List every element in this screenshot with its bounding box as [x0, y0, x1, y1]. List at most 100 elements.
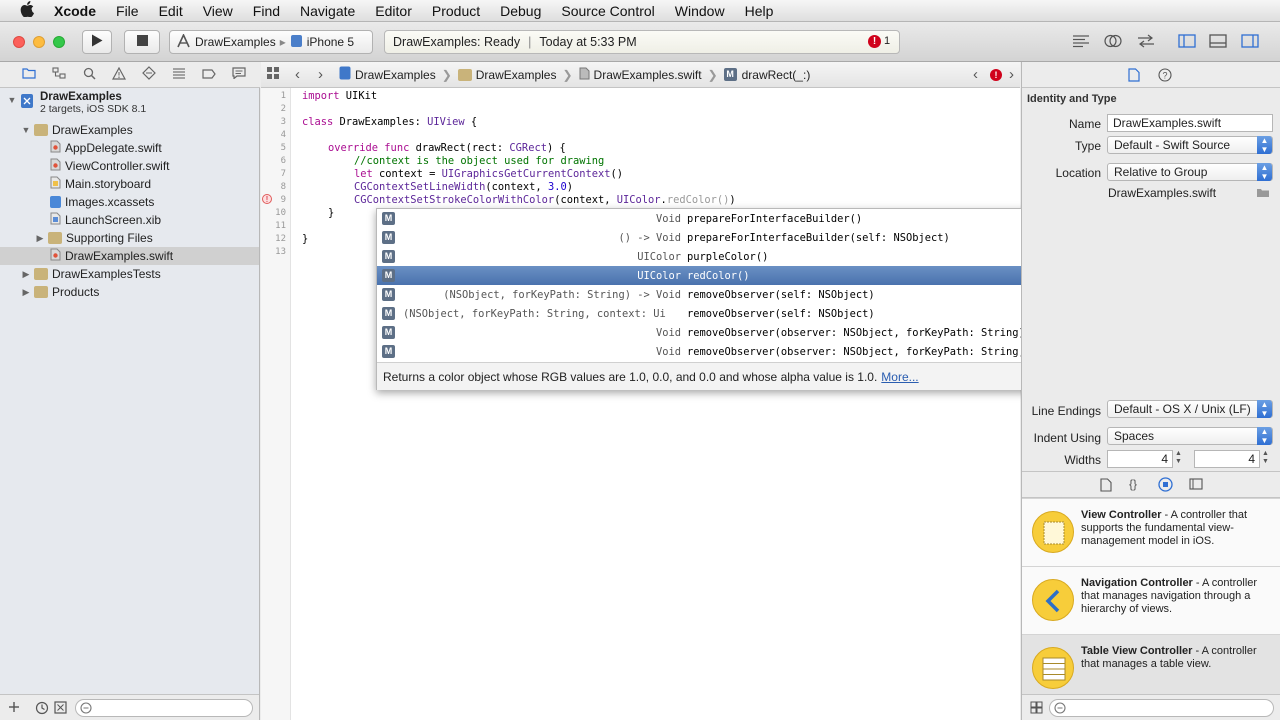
- folder-navigator-icon[interactable]: [14, 67, 44, 82]
- menu-product[interactable]: Product: [432, 3, 480, 19]
- indent-popup[interactable]: Spaces ▲ ▼: [1107, 427, 1273, 445]
- disclosure-closed-icon[interactable]: ▶: [20, 269, 32, 280]
- media-library-icon[interactable]: [1189, 478, 1203, 493]
- code-line[interactable]: override func drawRect(rect: CGRect) {: [302, 142, 566, 154]
- apple-icon[interactable]: [20, 0, 54, 21]
- code-line[interactable]: //context is the object used for drawing: [302, 155, 604, 167]
- tree-item-viewcontroller[interactable]: ViewController.swift: [0, 157, 259, 175]
- source-control-filter-icon[interactable]: [54, 701, 67, 717]
- code-line[interactable]: import UIKit: [302, 90, 377, 102]
- scheme-selector[interactable]: DrawExamples ▸ iPhone 5: [169, 30, 373, 54]
- forward-button[interactable]: ›: [318, 66, 323, 83]
- jumpbar-crumb-project[interactable]: DrawExamples: [355, 68, 436, 82]
- menu-view[interactable]: View: [203, 3, 233, 19]
- breakpoint-navigator-icon[interactable]: [194, 67, 224, 82]
- object-library-icon[interactable]: [1158, 477, 1173, 495]
- tree-item-launchscreen-xib[interactable]: LaunchScreen.xib: [0, 211, 259, 229]
- assistant-editor-button[interactable]: [1098, 30, 1128, 54]
- code-line[interactable]: class DrawExamples: UIView {: [302, 116, 477, 128]
- disclosure-open-icon[interactable]: ▼: [20, 125, 32, 135]
- tree-item-appdelegate[interactable]: AppDelegate.swift: [0, 139, 259, 157]
- play-icon: [91, 34, 103, 50]
- standard-editor-button[interactable]: [1066, 30, 1096, 54]
- library-item-view-controller[interactable]: View Controller - A controller that supp…: [1022, 498, 1280, 566]
- stepper-icon[interactable]: ▲ ▼: [1175, 450, 1182, 466]
- tree-item-drawexamples-group[interactable]: ▼ DrawExamples: [0, 121, 259, 139]
- code-snippet-icon[interactable]: {}: [1129, 477, 1137, 491]
- name-field[interactable]: DrawExamples.swift: [1107, 114, 1273, 132]
- code-line[interactable]: CGContextSetStrokeColorWithColor(context…: [302, 194, 736, 206]
- project-subtitle: 2 targets, iOS SDK 8.1: [40, 103, 147, 115]
- library-item-navigation-controller[interactable]: Navigation Controller - A controller tha…: [1022, 566, 1280, 634]
- activity-viewer: DrawExamples: Ready | Today at 5:33 PM !…: [384, 30, 900, 54]
- project-root[interactable]: ▼ DrawExamples 2 targets, iOS SDK 8.1: [0, 91, 259, 121]
- symbol-navigator-icon[interactable]: [44, 67, 74, 82]
- menu-source-control[interactable]: Source Control: [561, 3, 654, 19]
- indent-width-field[interactable]: 4: [1194, 450, 1260, 468]
- disclosure-open-icon[interactable]: ▼: [6, 95, 18, 105]
- tree-item-drawexamplestests[interactable]: ▶ DrawExamplesTests: [0, 265, 259, 283]
- jumpbar-crumb-group[interactable]: DrawExamples: [476, 68, 557, 82]
- menu-xcode[interactable]: Xcode: [54, 3, 96, 19]
- quick-help-icon[interactable]: ?: [1158, 68, 1172, 85]
- jumpbar-crumb-symbol[interactable]: drawRect(_:): [742, 68, 811, 82]
- warning-icon[interactable]: [104, 66, 134, 83]
- tab-width-field[interactable]: 4: [1107, 450, 1173, 468]
- error-icon[interactable]: !: [990, 69, 1002, 81]
- folder-icon[interactable]: [1256, 187, 1270, 201]
- stepper-icon[interactable]: ▲ ▼: [1262, 450, 1269, 466]
- code-line[interactable]: }: [302, 233, 308, 245]
- library-item-table-view-controller[interactable]: Table View Controller - A controller tha…: [1022, 634, 1280, 702]
- tree-item-images-xcassets[interactable]: Images.xcassets: [0, 193, 259, 211]
- file-inspector-icon[interactable]: [1128, 68, 1140, 85]
- zoom-window-button[interactable]: [53, 36, 65, 48]
- search-icon[interactable]: [74, 67, 104, 83]
- menu-file[interactable]: File: [116, 3, 139, 19]
- error-icon[interactable]: !: [868, 35, 881, 48]
- run-button[interactable]: [82, 30, 112, 54]
- stop-button[interactable]: [124, 30, 160, 54]
- minimize-window-button[interactable]: [33, 36, 45, 48]
- code-line[interactable]: CGContextSetLineWidth(context, 3.0): [302, 181, 573, 193]
- next-issue-button[interactable]: ›: [1009, 66, 1014, 83]
- jumpbar-crumb-file[interactable]: DrawExamples.swift: [594, 68, 702, 82]
- error-marker-icon[interactable]: !: [262, 194, 272, 204]
- add-icon[interactable]: [8, 701, 20, 716]
- line-endings-popup[interactable]: Default - OS X / Unix (LF) ▲ ▼: [1107, 400, 1273, 418]
- tree-item-main-storyboard[interactable]: Main.storyboard: [0, 175, 259, 193]
- type-popup[interactable]: Default - Swift Source ▲ ▼: [1107, 136, 1273, 154]
- menu-edit[interactable]: Edit: [159, 3, 183, 19]
- tree-item-supporting-files[interactable]: ▶ Supporting Files: [0, 229, 259, 247]
- related-items-icon[interactable]: [267, 67, 281, 82]
- recent-files-icon[interactable]: [35, 701, 49, 718]
- menu-window[interactable]: Window: [675, 3, 725, 19]
- code-line[interactable]: }: [302, 207, 334, 219]
- menu-help[interactable]: Help: [745, 3, 774, 19]
- menu-navigate[interactable]: Navigate: [300, 3, 355, 19]
- library-filter-field[interactable]: [1049, 699, 1274, 717]
- close-window-button[interactable]: [13, 36, 25, 48]
- back-button[interactable]: ‹: [295, 66, 300, 83]
- toggle-navigator-button[interactable]: [1174, 30, 1200, 54]
- tree-item-drawexamples-swift[interactable]: DrawExamples.swift: [0, 247, 259, 265]
- toggle-utilities-button[interactable]: [1237, 30, 1263, 54]
- report-navigator-icon[interactable]: [224, 67, 254, 82]
- tree-item-products[interactable]: ▶ Products: [0, 283, 259, 301]
- location-popup[interactable]: Relative to Group ▲ ▼: [1107, 163, 1273, 181]
- grid-view-icon[interactable]: [1030, 701, 1043, 717]
- menu-debug[interactable]: Debug: [500, 3, 541, 19]
- debug-navigator-icon[interactable]: [164, 67, 194, 82]
- disclosure-closed-icon[interactable]: ▶: [20, 287, 32, 298]
- navigator-filter-field[interactable]: [75, 699, 253, 717]
- version-editor-button[interactable]: [1130, 30, 1164, 54]
- previous-issue-button[interactable]: ‹: [973, 66, 978, 83]
- test-navigator-icon[interactable]: [134, 66, 164, 83]
- more-link[interactable]: More...: [881, 370, 918, 384]
- menu-editor[interactable]: Editor: [375, 3, 412, 19]
- code-line[interactable]: let context = UIGraphicsGetCurrentContex…: [302, 168, 623, 180]
- issue-count[interactable]: 1: [884, 35, 890, 47]
- disclosure-closed-icon[interactable]: ▶: [34, 233, 46, 244]
- toggle-debug-area-button[interactable]: [1205, 30, 1231, 54]
- menu-find[interactable]: Find: [253, 3, 280, 19]
- file-template-icon[interactable]: [1100, 478, 1112, 495]
